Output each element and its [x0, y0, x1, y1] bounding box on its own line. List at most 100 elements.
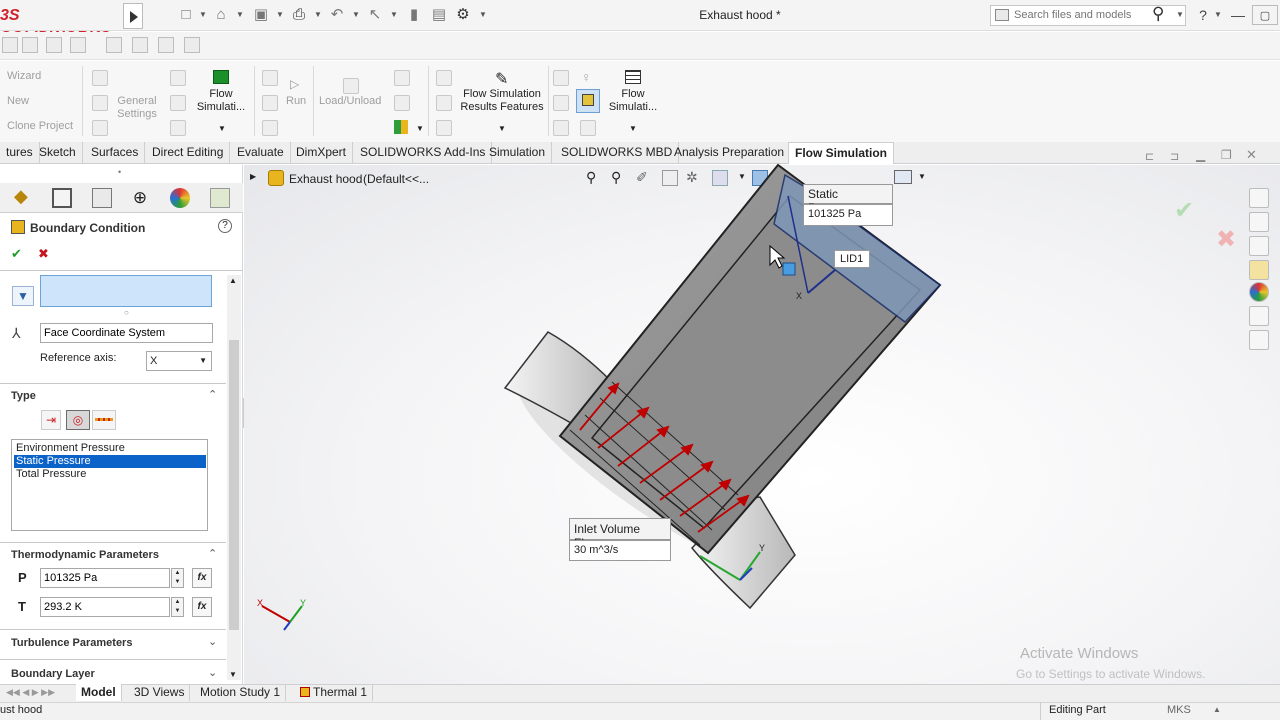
print-icon[interactable]: ⎙: [290, 6, 308, 24]
general-settings-button[interactable]: General Settings: [112, 95, 162, 121]
tab-motion-study[interactable]: Motion Study 1: [195, 684, 287, 701]
panel-scrollbar-thumb[interactable]: [229, 340, 239, 630]
ribbon-icon-p[interactable]: [553, 95, 569, 111]
task-pane-home-icon[interactable]: [1249, 188, 1269, 208]
tab-solidworks-mbd[interactable]: SOLIDWORKS MBD: [555, 142, 680, 164]
turbulence-expand-icon[interactable]: ⌄: [208, 635, 217, 648]
viewport-close-icon[interactable]: ✕: [1246, 147, 1257, 163]
undo-icon[interactable]: ↶: [328, 6, 346, 24]
search-dropdown-icon[interactable]: ▼: [1176, 8, 1184, 22]
boundary-layer-section-header[interactable]: Boundary Layer: [11, 668, 95, 680]
save-dropdown-icon[interactable]: ▼: [276, 8, 284, 22]
search-input[interactable]: [1014, 9, 1144, 21]
options-dropdown-icon[interactable]: ▼: [479, 8, 487, 22]
display-manager-tab-icon[interactable]: [170, 188, 190, 208]
toolbar-icon-1[interactable]: [2, 37, 18, 53]
list-item-environment-pressure[interactable]: Environment Pressure: [14, 442, 206, 455]
run-icon[interactable]: ▷: [290, 77, 299, 91]
lid-callout[interactable]: LID1: [834, 250, 870, 268]
temperature-field[interactable]: [40, 597, 170, 617]
tab-solidworks-add-ins[interactable]: SOLIDWORKS Add-Ins: [354, 142, 493, 164]
tab-evaluate[interactable]: Evaluate: [231, 142, 291, 164]
cancel-button[interactable]: ✖: [38, 246, 49, 262]
viewport-minimize-icon[interactable]: ▁: [1196, 148, 1205, 162]
viewport-restore-icon[interactable]: ❐: [1221, 148, 1232, 162]
flow-simulation-dropdown-icon[interactable]: ▼: [218, 124, 226, 133]
opening-type-icon[interactable]: ⇥: [41, 410, 61, 430]
load-unload-button[interactable]: Load/Unload: [319, 95, 381, 107]
pressure-opening-type-icon[interactable]: ◎: [66, 410, 90, 430]
help-icon[interactable]: ?: [1193, 5, 1213, 25]
menu-expand-arrow-icon[interactable]: [123, 3, 143, 29]
view-settings-icon[interactable]: [894, 170, 912, 184]
ribbon-icon-k[interactable]: [394, 95, 410, 111]
task-pane-file-explorer-icon[interactable]: [1249, 260, 1269, 280]
tree-expand-icon[interactable]: ▶: [250, 172, 256, 181]
filter-icon[interactable]: ▼: [12, 286, 34, 306]
rebuild-icon[interactable]: ▮: [405, 6, 423, 24]
type-collapse-icon[interactable]: ⌃: [208, 388, 217, 401]
flow-simulation-button[interactable]: Flow Simulati...: [192, 88, 250, 114]
wizard-button[interactable]: Wizard: [7, 70, 41, 82]
tab-sketch[interactable]: Sketch: [33, 142, 83, 164]
zoom-to-area-icon[interactable]: ⚲: [611, 169, 633, 187]
scroll-down-icon[interactable]: ▼: [229, 670, 237, 679]
coordinate-system-field[interactable]: [40, 323, 213, 343]
inlet-callout-title[interactable]: Inlet Volume Flow: [569, 518, 671, 550]
toolbar-icon-7[interactable]: [158, 37, 174, 53]
tab-dimxpert[interactable]: DimXpert: [290, 142, 354, 164]
ribbon-icon-n[interactable]: [436, 120, 452, 136]
dimxpert-tab-icon[interactable]: ⊕: [130, 188, 150, 208]
ribbon-icon-q[interactable]: [553, 120, 569, 136]
open-dropdown-icon[interactable]: ▼: [236, 8, 244, 22]
confirm-cancel-icon[interactable]: ✖: [1216, 225, 1236, 254]
flow-simulation-tree-tab-icon[interactable]: [210, 188, 230, 208]
results-chart-icon[interactable]: [394, 120, 408, 134]
view-settings-dropdown-icon[interactable]: ▼: [918, 172, 926, 181]
static-pressure-callout-value[interactable]: 101325 Pa: [803, 204, 893, 226]
view-orientation-icon[interactable]: [712, 170, 728, 186]
ribbon-icon-e[interactable]: [170, 95, 186, 111]
ribbon-icon-o[interactable]: [553, 70, 569, 86]
flow-simulation-table-icon[interactable]: [625, 70, 641, 84]
inlet-callout-value[interactable]: 30 m^3/s: [569, 540, 671, 561]
select-dropdown-icon[interactable]: ▼: [390, 8, 398, 22]
task-pane-appearances-icon[interactable]: [1249, 282, 1269, 302]
results-features-button[interactable]: Flow Simulation Results Features: [456, 88, 548, 114]
ribbon-icon-b[interactable]: [92, 95, 108, 111]
results-features-pen-icon[interactable]: ✎: [495, 69, 508, 89]
status-units[interactable]: MKS: [1167, 704, 1191, 716]
toolbar-icon-4[interactable]: [70, 37, 86, 53]
task-pane-3d-content-icon[interactable]: [1249, 212, 1269, 232]
list-item-total-pressure[interactable]: Total Pressure: [14, 468, 206, 481]
file-properties-icon[interactable]: ▤: [430, 6, 448, 24]
new-button[interactable]: New: [7, 95, 29, 107]
minimize-button[interactable]: —: [1228, 5, 1248, 25]
tab-scroll-arrows-icon[interactable]: ◀◀ ◀ ▶ ▶▶: [6, 687, 55, 698]
faces-selection-box[interactable]: [40, 275, 212, 307]
units-dropdown-icon[interactable]: ▲: [1213, 705, 1221, 714]
graphics-area[interactable]: [244, 165, 1280, 685]
pressure-fx-button[interactable]: fx: [192, 568, 212, 588]
select-icon[interactable]: ↖: [366, 6, 384, 24]
new-document-icon[interactable]: □: [177, 6, 195, 24]
list-item-static-pressure[interactable]: Static Pressure: [14, 455, 206, 468]
zoom-to-fit-icon[interactable]: ⚲: [586, 169, 608, 187]
ribbon-icon-a[interactable]: [92, 70, 108, 86]
previous-view-icon[interactable]: ✐: [636, 169, 658, 187]
view-orientation-dropdown-icon[interactable]: ▼: [738, 172, 746, 181]
open-icon[interactable]: ⌂: [212, 6, 230, 24]
ribbon-icon-h[interactable]: [262, 95, 278, 111]
task-pane-design-library-icon[interactable]: [1249, 236, 1269, 256]
temperature-spinner[interactable]: ▲ ▼: [171, 597, 184, 617]
help-button[interactable]: ?: [218, 219, 232, 233]
task-pane-forum-icon[interactable]: [1249, 330, 1269, 350]
display-style-icon[interactable]: [752, 170, 768, 186]
static-pressure-callout-title[interactable]: Static Pressure: [803, 184, 893, 215]
tree-model-name[interactable]: Exhaust hood: [289, 172, 362, 186]
scroll-up-icon[interactable]: ▲: [229, 276, 237, 285]
save-icon[interactable]: ▣: [252, 6, 270, 24]
pressure-field[interactable]: [40, 568, 170, 588]
panel-grip-icon[interactable]: •: [118, 167, 121, 177]
boundary-layer-expand-icon[interactable]: ⌄: [208, 666, 217, 679]
